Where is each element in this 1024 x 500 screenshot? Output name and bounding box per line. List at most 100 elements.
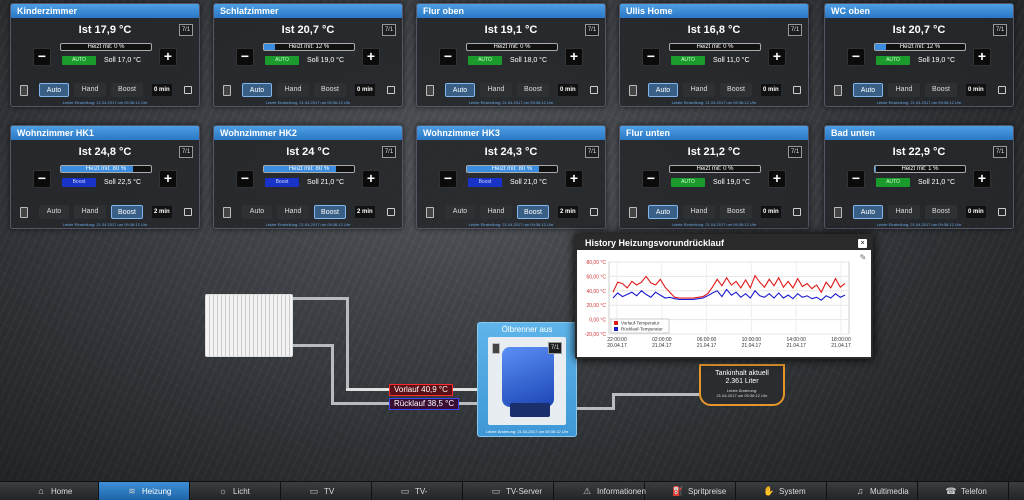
calendar-icon[interactable]: 7/1 — [179, 146, 193, 158]
boost-button[interactable]: Boost — [111, 205, 143, 219]
increase-button[interactable]: + — [565, 48, 583, 66]
decrease-button[interactable]: − — [236, 48, 254, 66]
boost-button[interactable]: Boost — [925, 83, 957, 97]
thermostat-device-icon[interactable] — [629, 85, 637, 96]
auto-button[interactable]: Auto — [39, 83, 69, 97]
nav-system[interactable]: ✋ System — [736, 482, 827, 500]
auto-button[interactable]: Auto — [39, 205, 69, 219]
increase-button[interactable]: + — [973, 48, 991, 66]
increase-button[interactable]: + — [159, 48, 177, 66]
nav-tv[interactable]: ▭ TV — [281, 482, 372, 500]
window-checkbox[interactable] — [998, 86, 1006, 94]
decrease-button[interactable]: − — [236, 170, 254, 188]
decrease-button[interactable]: − — [642, 48, 660, 66]
thermostat-device-icon[interactable] — [426, 85, 434, 96]
decrease-button[interactable]: − — [642, 170, 660, 188]
boost-button[interactable]: Boost — [720, 205, 752, 219]
hand-button[interactable]: Hand — [277, 83, 309, 97]
auto-button[interactable]: Auto — [242, 205, 272, 219]
thermostat-device-icon[interactable] — [629, 207, 637, 218]
decrease-button[interactable]: − — [33, 170, 51, 188]
boost-button[interactable]: Boost — [720, 83, 752, 97]
thermostat-device-icon[interactable] — [834, 85, 842, 96]
increase-button[interactable]: + — [768, 48, 786, 66]
nav-tv-programm[interactable]: ▭ TV-Programm — [372, 482, 463, 500]
thermostat-device-icon[interactable] — [223, 207, 231, 218]
thermostat-device-icon[interactable] — [20, 207, 28, 218]
hand-button[interactable]: Hand — [480, 205, 512, 219]
nav-spritpreise[interactable]: ⛽ Spritpreise — [645, 482, 736, 500]
decrease-button[interactable]: − — [847, 170, 865, 188]
tank-label: Tankinhalt aktuell — [715, 370, 769, 377]
decrease-button[interactable]: − — [33, 48, 51, 66]
hand-button[interactable]: Hand — [683, 83, 715, 97]
mode-badge: Boost — [62, 178, 96, 187]
window-checkbox[interactable] — [387, 86, 395, 94]
increase-button[interactable]: + — [768, 170, 786, 188]
thermostat-device-icon[interactable] — [223, 85, 231, 96]
calendar-icon[interactable]: 7/1 — [585, 146, 599, 158]
auto-button[interactable]: Auto — [648, 83, 678, 97]
window-checkbox[interactable] — [184, 86, 192, 94]
hand-button[interactable]: Hand — [74, 83, 106, 97]
boost-button[interactable]: Boost — [314, 205, 346, 219]
thermostat-device-icon[interactable] — [426, 207, 434, 218]
window-checkbox[interactable] — [590, 86, 598, 94]
window-checkbox[interactable] — [590, 208, 598, 216]
calendar-icon[interactable]: 7/1 — [788, 24, 802, 36]
boost-button[interactable]: Boost — [517, 205, 549, 219]
auto-button[interactable]: Auto — [853, 83, 883, 97]
decrease-button[interactable]: − — [439, 48, 457, 66]
window-checkbox[interactable] — [998, 208, 1006, 216]
increase-button[interactable]: + — [362, 48, 380, 66]
close-button[interactable]: × — [858, 239, 867, 248]
calendar-icon[interactable]: 7/1 — [993, 24, 1007, 36]
window-checkbox[interactable] — [184, 208, 192, 216]
hand-button[interactable]: Hand — [480, 83, 512, 97]
auto-button[interactable]: Auto — [445, 205, 475, 219]
pencil-icon[interactable]: ✎ — [860, 253, 867, 262]
increase-button[interactable]: + — [565, 170, 583, 188]
auto-button[interactable]: Auto — [853, 205, 883, 219]
nav-telefon[interactable]: ☎ Telefon — [918, 482, 1009, 500]
auto-button[interactable]: Auto — [242, 83, 272, 97]
boost-button[interactable]: Boost — [111, 83, 143, 97]
calendar-icon[interactable]: 7/1 — [993, 146, 1007, 158]
increase-button[interactable]: + — [159, 170, 177, 188]
nav-licht[interactable]: ☼ Licht — [190, 482, 281, 500]
calendar-icon[interactable]: 7/1 — [179, 24, 193, 36]
boost-button[interactable]: Boost — [517, 83, 549, 97]
hand-button[interactable]: Hand — [888, 205, 920, 219]
thermostat-device-icon[interactable] — [20, 85, 28, 96]
nav-heizung[interactable]: ≋ Heizung — [99, 482, 190, 500]
info-icon: ⚠ — [582, 486, 592, 496]
auto-button[interactable]: Auto — [648, 205, 678, 219]
calendar-icon[interactable]: 7/1 — [585, 24, 599, 36]
increase-button[interactable]: + — [973, 170, 991, 188]
nav-multimedia[interactable]: ♫ Multimedia — [827, 482, 918, 500]
nav-informationen[interactable]: ⚠ Informationen — [554, 482, 646, 500]
window-checkbox[interactable] — [793, 208, 801, 216]
hand-button[interactable]: Hand — [277, 205, 309, 219]
boost-button[interactable]: Boost — [925, 205, 957, 219]
heating-level-bar: Heizt mit: 80 % — [60, 165, 152, 173]
increase-button[interactable]: + — [362, 170, 380, 188]
calendar-icon[interactable]: 7/1 — [382, 146, 396, 158]
calendar-icon[interactable]: 7/1 — [382, 24, 396, 36]
hand-button[interactable]: Hand — [683, 205, 715, 219]
decrease-button[interactable]: − — [847, 48, 865, 66]
boost-button[interactable]: Boost — [314, 83, 346, 97]
mode-button-row: Auto Hand Boost 0 min — [620, 83, 808, 97]
current-temperature: Ist 21,2 °C — [687, 146, 741, 158]
nav-home[interactable]: ⌂ Home — [8, 482, 99, 500]
calendar-icon[interactable]: 7/1 — [788, 146, 802, 158]
hand-button[interactable]: Hand — [74, 205, 106, 219]
hand-button[interactable]: Hand — [888, 83, 920, 97]
auto-button[interactable]: Auto — [445, 83, 475, 97]
decrease-button[interactable]: − — [439, 170, 457, 188]
window-checkbox[interactable] — [387, 208, 395, 216]
window-checkbox[interactable] — [793, 86, 801, 94]
nav-tv-server[interactable]: ▭ TV-Server — [463, 482, 554, 500]
oil-burner-panel[interactable]: Ölbrenner aus 7/1 Letzte Änderung: 21.04… — [477, 322, 577, 437]
thermostat-device-icon[interactable] — [834, 207, 842, 218]
